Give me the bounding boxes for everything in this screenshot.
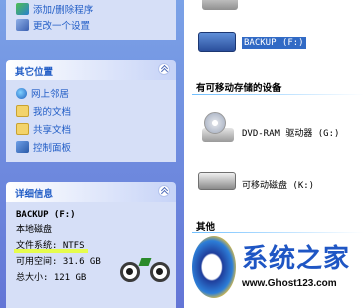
highlighter-mark [14,249,88,253]
removable-disk-label[interactable]: 可移动磁盘 (K:) [242,178,314,191]
my-documents-link[interactable]: 我的文档 [16,104,71,118]
add-remove-programs-icon [16,3,29,15]
dvd-drive-icon[interactable] [200,112,234,146]
control-panel-icon [16,141,29,153]
details-drive-type: 本地磁盘 [16,225,53,235]
hard-drive-icon[interactable] [198,32,236,52]
system-tasks-box: 添加/删除程序 更改一个设置 [6,0,176,40]
details-title: 详细信息 [15,189,54,200]
details-header[interactable]: 详细信息 [6,182,176,202]
backup-drive-label[interactable]: BACKUP (F:) [242,37,306,49]
partial-drive-icon [202,0,238,10]
change-setting-icon [16,19,29,31]
watermark-logo: 系统之家 www.Ghost123.com [186,226,364,308]
my-documents-icon [16,105,29,117]
shared-documents-link[interactable]: 共享文档 [16,122,71,136]
details-box: BACKUP (F:) 本地磁盘 文件系统: NTFS 可用空间: 31.6 G… [6,202,176,308]
control-panel-link[interactable]: 控制面板 [16,140,71,154]
collapse-chevron-icon[interactable] [158,185,170,197]
add-remove-programs-link[interactable]: 添加/删除程序 [16,2,93,16]
network-places-link[interactable]: 网上邻居 [16,86,69,100]
details-drive-name: BACKUP (F:) [16,210,76,220]
dvd-drive-label[interactable]: DVD-RAM 驱动器 (G:) [242,126,339,139]
details-free-space: 可用空间: 31.6 GB [16,257,101,267]
other-places-title: 其它位置 [15,67,54,78]
shared-documents-icon [16,123,29,135]
details-total-size: 总大小: 121 GB [16,273,87,283]
owl-logo-icon [120,258,178,288]
network-places-icon [16,87,27,99]
removable-disk-icon[interactable] [198,172,236,190]
group-divider [192,94,364,95]
removable-group-title: 有可移动存储的设备 [196,83,282,94]
logo-swirl-icon [192,236,236,298]
other-places-box: 网上邻居 我的文档 共享文档 控制面板 [6,80,176,162]
collapse-chevron-icon[interactable] [158,63,170,75]
watermark-url: www.Ghost123.com [242,278,337,289]
change-setting-link[interactable]: 更改一个设置 [16,18,90,32]
watermark-brand: 系统之家 [242,244,351,274]
other-places-header[interactable]: 其它位置 [6,60,176,80]
